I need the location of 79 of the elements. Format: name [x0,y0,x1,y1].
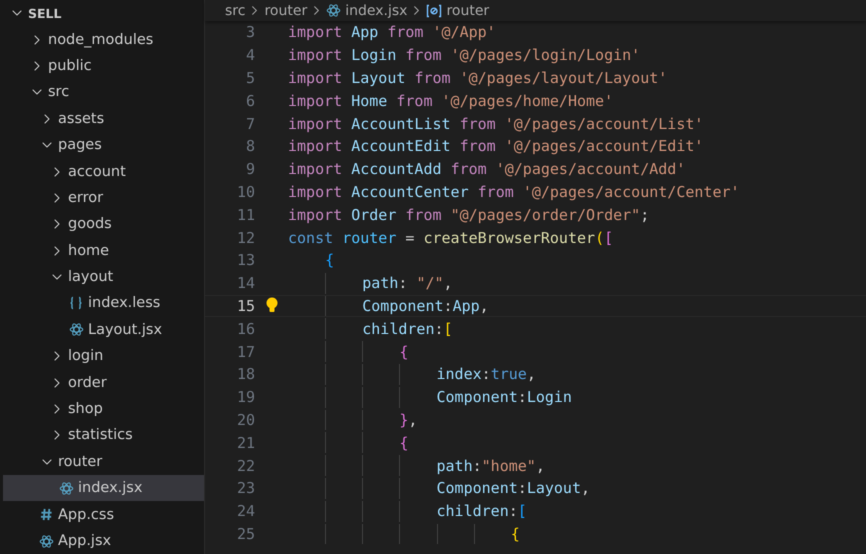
code-line: import Layout from '@/pages/layout/Layout' [288,68,668,88]
file-item[interactable]: index.less [3,290,204,317]
file-item[interactable]: App.css [3,501,204,528]
line-number: 18 [236,365,255,384]
file-item[interactable]: Layout.jsx [3,316,204,344]
line-number: 8 [244,137,255,156]
code-line: index:true, [288,364,536,385]
folder-item[interactable]: account [3,158,204,185]
line-number: 25 [236,524,255,543]
folder-item[interactable]: goods [3,211,204,238]
atom-icon [326,3,342,18]
line-number: 24 [236,502,255,520]
file-item[interactable]: index.jsx [3,475,204,502]
line-number: 23 [236,479,255,498]
line-number: 5 [244,68,255,87]
breadcrumb-item[interactable]: index.jsx [326,2,408,18]
breadcrumb-item[interactable]: router [264,2,308,18]
code-line: Component:App, [288,296,489,316]
code-line: path: "/", [288,272,453,294]
line-number: 10 [236,182,255,201]
code-line: const router = createBrowserRouter([ [288,228,614,248]
line-number: 15 [236,296,255,315]
breadcrumb-item[interactable]: router [426,2,490,18]
folder-item[interactable]: order [3,369,204,396]
folder-item[interactable]: layout [3,264,204,290]
code-line: Component:Login [288,386,572,408]
braces-icon [69,296,83,310]
line-number: 3 [244,23,255,42]
line-number: 11 [236,206,255,224]
code-line: { [324,250,334,271]
explorer-root[interactable]: SELL [3,0,204,26]
code-line: import AccountList from '@/pages/account/List' [288,114,704,134]
folder-item[interactable]: error [3,184,204,212]
code-line: import Login from '@/pages/login/Login' [288,45,640,66]
folder-item[interactable]: pages [3,132,204,158]
line-number: 4 [244,46,255,64]
folder-item[interactable]: shop [3,396,204,422]
line-number: 21 [236,434,255,452]
folder-item[interactable]: router [3,448,204,476]
code-line: import AccountAdd from '@/pages/account/Add' [288,159,686,180]
line-number: 6 [244,92,255,110]
code-line: children:[ [288,318,453,340]
line-number: 20 [236,410,255,429]
atom-icon [58,480,74,496]
code-line: import Order from "@/pages/order/Order"; [288,204,650,226]
line-number: 7 [244,114,255,133]
lightbulb-icon[interactable] [264,297,278,314]
line-number: 13 [236,251,255,270]
line-number: 22 [236,456,255,475]
folder-item[interactable]: src [3,79,204,106]
hash-icon [40,508,52,522]
folder-item[interactable]: assets [3,106,204,132]
code-line: import App from '@/App' [288,22,496,43]
variable-symbol-icon [426,4,442,18]
line-number: 12 [236,228,255,247]
folder-item[interactable]: home [3,238,204,264]
code-line: { [288,432,408,454]
folder-item[interactable]: node_modules [3,26,204,53]
code-line: { [288,341,408,362]
code-line: path:"home", [288,455,545,476]
line-number: 16 [236,320,255,338]
folder-item[interactable]: login [3,343,204,370]
code-line: import Home from '@/pages/home/Home' [288,90,614,112]
code-line: children:[ [288,500,527,522]
folder-item[interactable]: statistics [3,422,204,449]
code-line: import AccountCenter from '@/pages/account/Center' [288,182,740,202]
atom-icon [68,322,84,338]
line-number: 17 [236,342,255,361]
code-line: import AccountEdit from '@/pages/account/Edit' [288,136,704,157]
code-line: }, [288,410,418,430]
breadcrumb-item[interactable]: src [225,2,246,18]
code-line: Component:Layout, [288,478,590,499]
line-number: 14 [236,274,255,292]
atom-icon [38,534,54,548]
file-item[interactable]: App.jsx [3,528,204,554]
line-number: 9 [244,160,255,178]
code-line: { [288,524,520,544]
folder-item[interactable]: public [3,52,204,80]
line-number: 19 [236,388,255,406]
